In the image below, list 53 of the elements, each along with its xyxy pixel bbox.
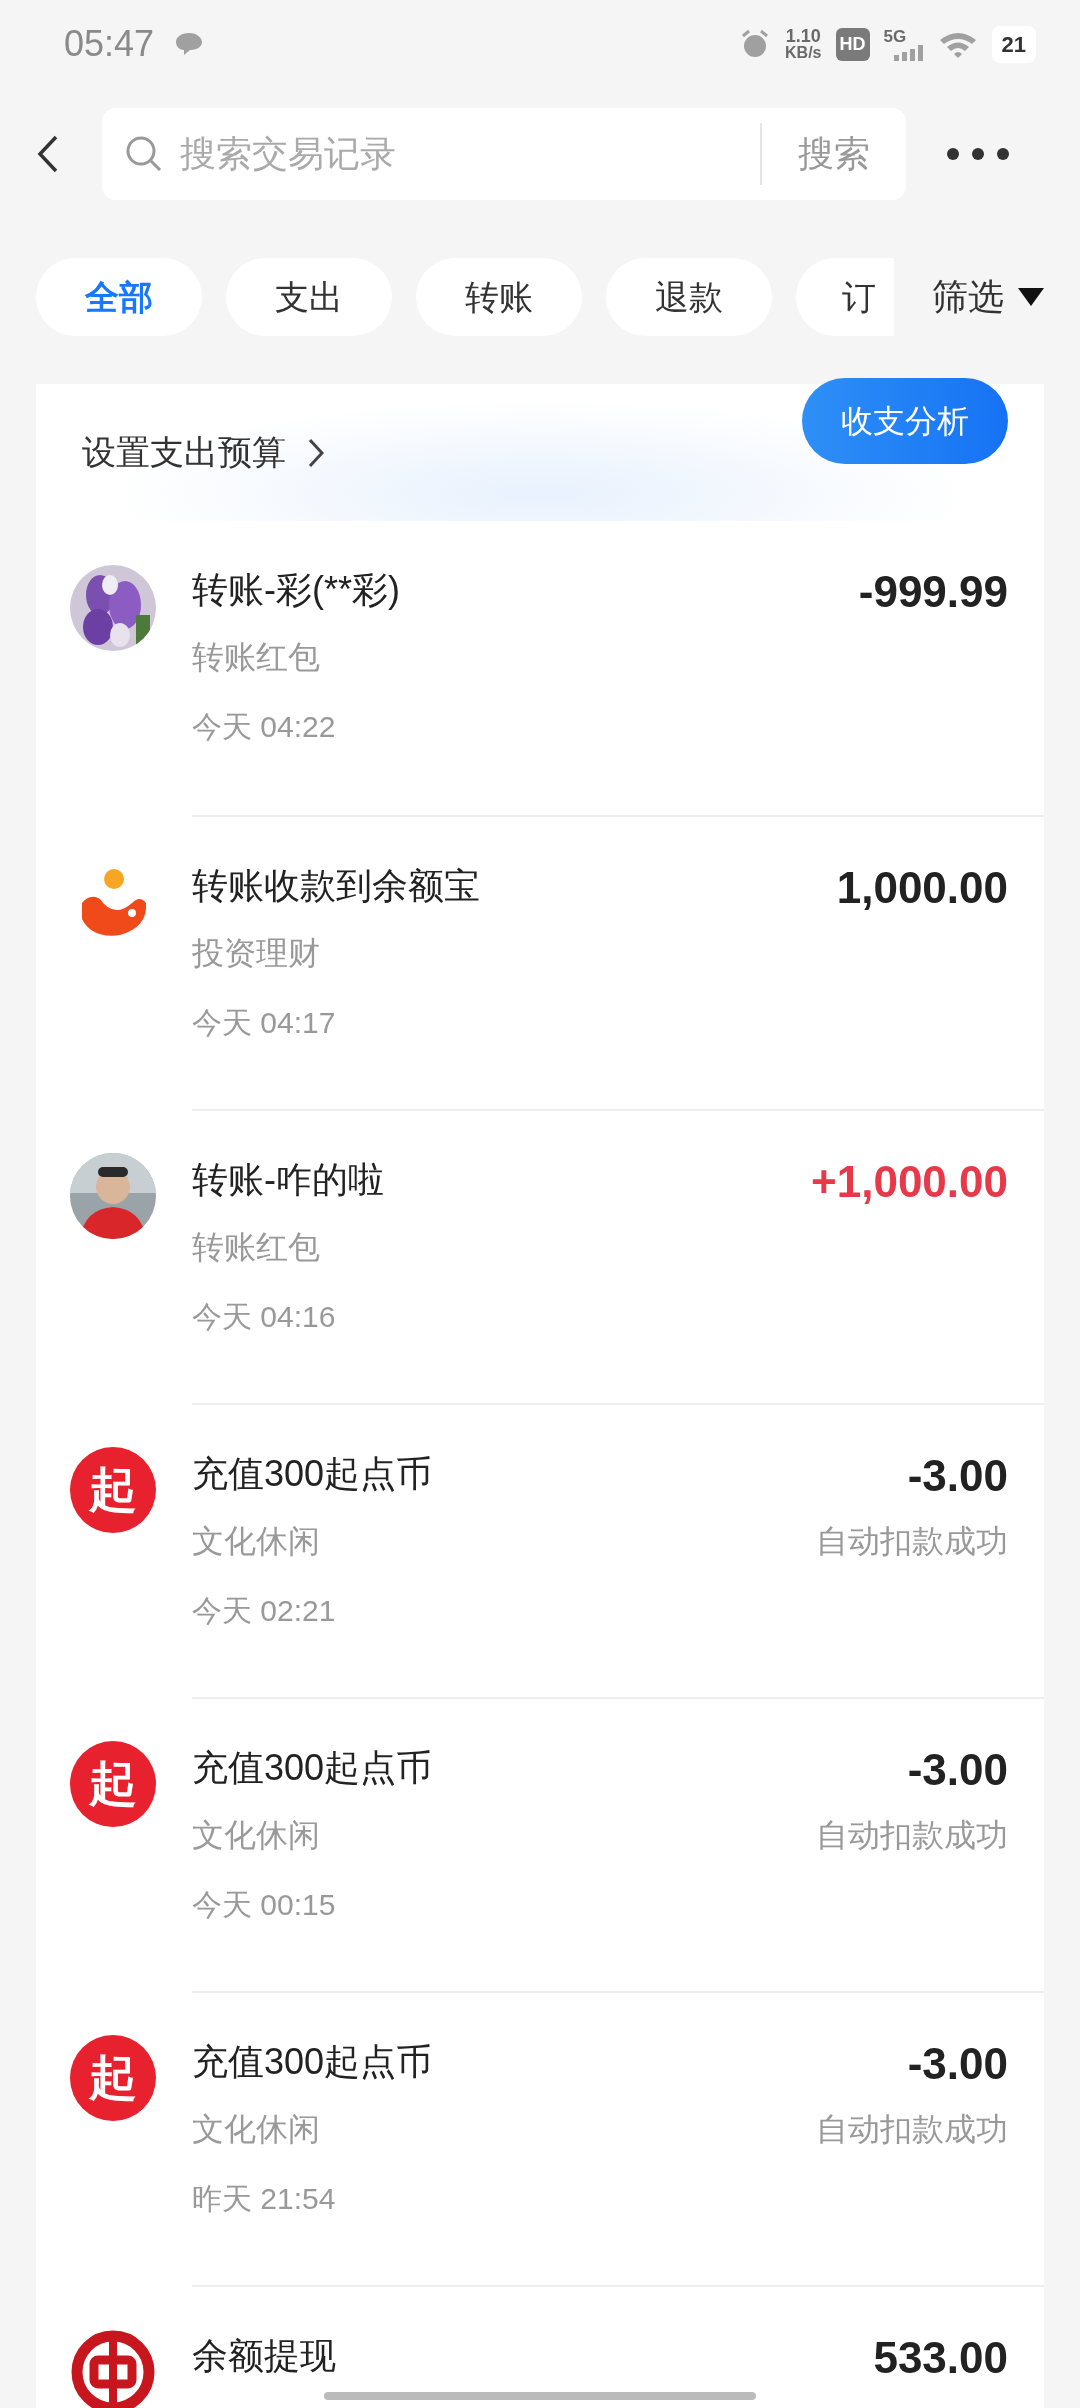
transaction-status: 自动扣款成功 <box>816 2110 1008 2149</box>
analysis-button[interactable]: 收支分析 <box>802 378 1008 464</box>
transaction-title: 充值300起点币 <box>192 1746 434 1790</box>
transaction-amount: 533.00 <box>873 2332 1008 2384</box>
transaction-category: 转账红包 <box>192 638 321 677</box>
transaction-time: 今天 02:21 <box>192 1593 337 1629</box>
chat-bubble-icon <box>174 31 205 57</box>
filter-button[interactable]: 筛选 <box>932 270 1004 324</box>
filter-tab[interactable]: 全部 <box>36 258 202 336</box>
filter-tab[interactable]: 订 <box>796 258 894 336</box>
transaction-amount: -3.00 <box>907 1744 1008 1796</box>
transaction-category: 转账红包 <box>192 1228 321 1267</box>
hd-badge: HD <box>835 27 870 61</box>
transaction-title: 充值300起点币 <box>192 1452 434 1496</box>
transaction-status: 自动扣款成功 <box>816 1816 1008 1855</box>
qidian-logo-icon: 起 <box>70 1447 156 1533</box>
transaction-title: 余额提现 <box>192 2334 337 2378</box>
transaction-amount: -999.99 <box>858 566 1008 618</box>
dropdown-triangle-icon <box>1018 288 1044 306</box>
transaction-time: 今天 04:17 <box>192 1005 337 1041</box>
transaction-time: 今天 04:22 <box>192 709 337 745</box>
filter-tab[interactable]: 支出 <box>226 258 392 336</box>
chevron-right-icon <box>308 437 324 468</box>
network-type: 5G <box>883 27 908 45</box>
transaction-time: 今天 00:15 <box>192 1887 337 1923</box>
battery-level: 21 <box>991 25 1036 63</box>
transaction-category: 文化休闲 <box>192 1522 321 1561</box>
transaction-category: 文化休闲 <box>192 1816 321 1855</box>
more-icon[interactable] <box>946 147 1010 161</box>
transaction-category: 文化休闲 <box>192 2110 321 2149</box>
transaction-status: 自动扣款成功 <box>816 1522 1008 1561</box>
back-icon[interactable] <box>36 134 60 174</box>
transaction-amount: 1,000.00 <box>836 862 1008 914</box>
transaction-time: 昨天 21:54 <box>192 2181 337 2217</box>
network-speed: 1.10 <box>785 27 821 45</box>
qidian-logo-icon: 起 <box>70 2035 156 2121</box>
transaction-amount: -3.00 <box>907 1450 1008 1502</box>
transaction-amount: +1,000.00 <box>811 1156 1008 1208</box>
transaction-category: 投资理财 <box>192 934 321 973</box>
transaction-title: 充值300起点币 <box>192 2040 434 2084</box>
status-time: 05:47 <box>64 22 155 66</box>
transaction-time: 今天 04:16 <box>192 1299 337 1335</box>
filter-tab[interactable]: 转账 <box>416 258 582 336</box>
transaction-amount: -3.00 <box>907 2038 1008 2090</box>
qidian-logo-icon: 起 <box>70 1741 156 1827</box>
network-speed-unit: KB/s <box>785 45 822 61</box>
bank-logo-icon <box>70 2329 156 2408</box>
transaction-title: 转账-彩(**彩) <box>192 568 401 612</box>
transaction-title: 转账收款到余额宝 <box>192 864 481 908</box>
search-icon <box>124 134 164 174</box>
budget-link[interactable]: 设置支出预算 <box>82 427 286 478</box>
filter-tab[interactable]: 退款 <box>606 258 772 336</box>
transaction-title: 转账-咋的啦 <box>192 1158 385 1202</box>
